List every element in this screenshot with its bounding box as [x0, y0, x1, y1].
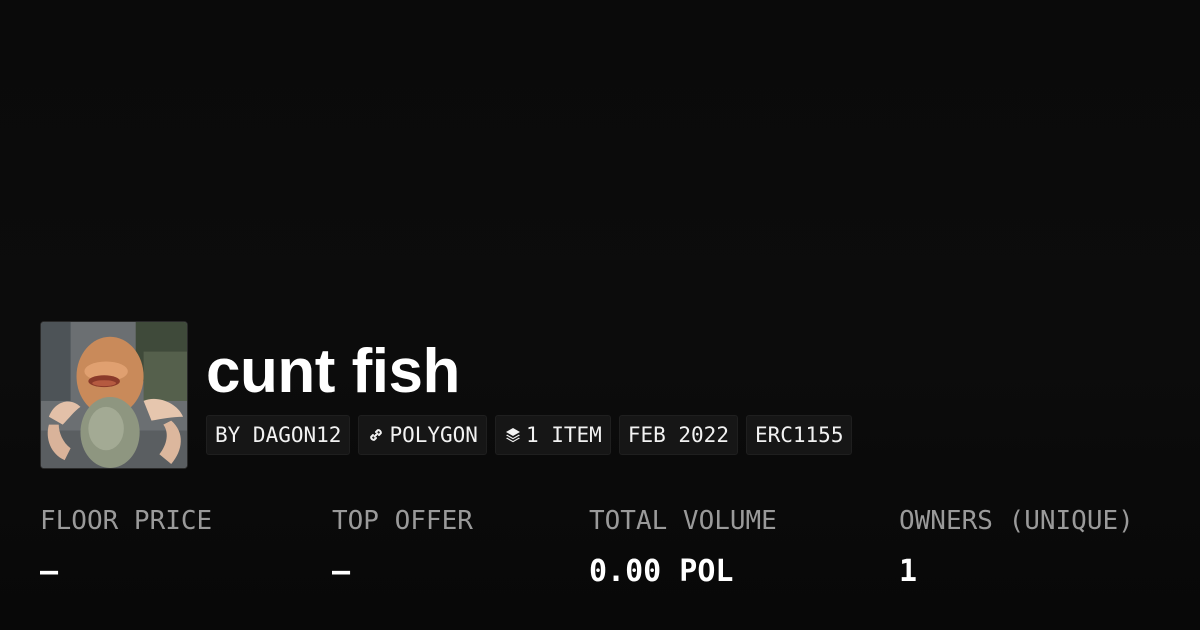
- tag-chain-label: POLYGON: [389, 423, 478, 447]
- stat-total-volume-value: 0.00 POL: [589, 554, 734, 589]
- stat-total-volume: TOTAL VOLUME 0.00 POL: [589, 503, 777, 591]
- layers-icon: [504, 426, 522, 444]
- tag-chain[interactable]: POLYGON: [358, 415, 487, 455]
- stat-top-offer-label: TOP OFFER: [332, 506, 473, 536]
- collection-thumbnail-image: [41, 322, 187, 468]
- chain-link-icon: [367, 426, 385, 444]
- stat-owners: OWNERS (UNIQUE) 1: [899, 503, 1134, 591]
- stat-floor-price: FLOOR PRICE –: [40, 503, 212, 591]
- tag-token-standard[interactable]: ERC1155: [745, 415, 853, 455]
- stat-total-volume-label: TOTAL VOLUME: [589, 506, 777, 536]
- collection-tags: BY DAGON12 POLYGON 1 ITEM FEB 2022 ERC11…: [206, 415, 853, 455]
- tag-created-date-label: FEB 2022: [627, 423, 729, 447]
- collection-thumbnail: [40, 321, 188, 469]
- stat-top-offer: TOP OFFER –: [332, 503, 473, 591]
- tag-created-date[interactable]: FEB 2022: [618, 415, 738, 455]
- tag-creator-label: BY DAGON12: [215, 423, 342, 447]
- collection-title: cunt fish: [206, 337, 460, 406]
- tag-token-standard-label: ERC1155: [754, 423, 844, 447]
- tag-item-count-label: 1 ITEM: [525, 423, 602, 447]
- stat-floor-price-label: FLOOR PRICE: [40, 506, 213, 536]
- stat-owners-value: 1: [899, 554, 918, 589]
- stat-floor-price-value: –: [40, 554, 59, 589]
- stat-owners-label: OWNERS (UNIQUE): [899, 506, 1134, 536]
- tag-creator[interactable]: BY DAGON12: [206, 415, 351, 455]
- preview-card: cunt fish BY DAGON12 POLYGON 1 ITEM FEB …: [0, 0, 1200, 630]
- stat-top-offer-value: –: [332, 554, 351, 589]
- tag-item-count[interactable]: 1 ITEM: [494, 415, 611, 455]
